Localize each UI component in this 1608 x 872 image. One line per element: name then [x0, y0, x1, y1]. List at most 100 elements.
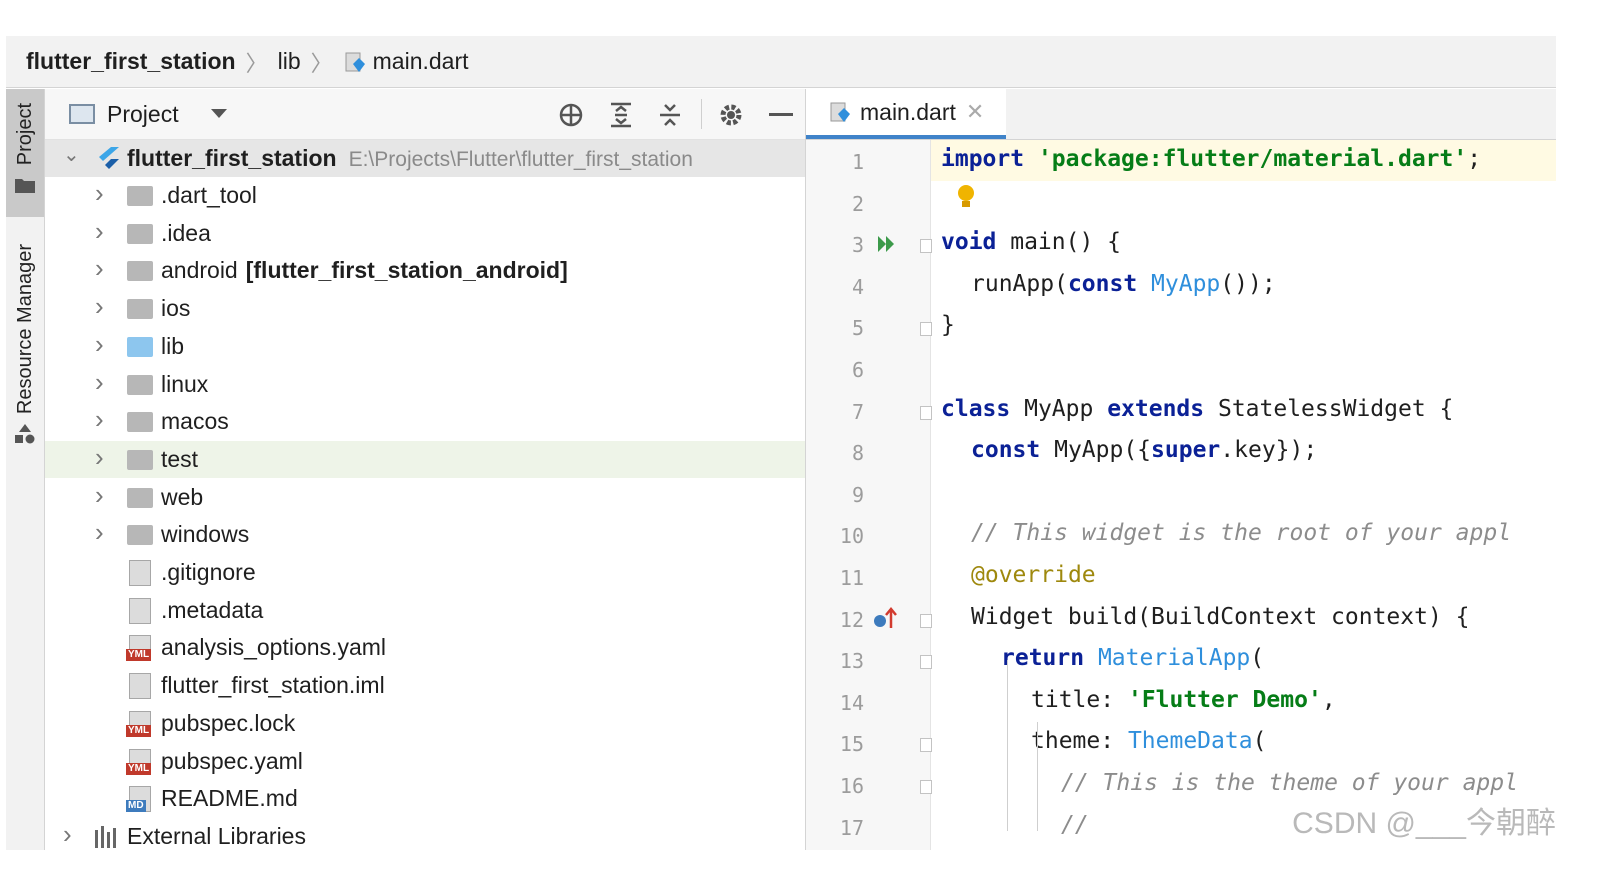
- tab-main-dart[interactable]: main.dart ✕: [806, 89, 1006, 139]
- yaml-badge-icon: YML: [126, 724, 152, 737]
- project-tool-button[interactable]: Project: [6, 89, 44, 217]
- tree-item[interactable]: YML analysis_options.yaml: [45, 629, 805, 666]
- tree-item-label: .gitignore: [161, 559, 256, 585]
- chevron-right-icon[interactable]: ›: [95, 218, 109, 244]
- code-line: void main() {: [941, 229, 1121, 255]
- tree-item-label: pubspec.yaml: [161, 747, 303, 774]
- hide-panel-icon[interactable]: [767, 101, 795, 129]
- gear-icon[interactable]: [717, 101, 745, 129]
- indent-guide: [1037, 722, 1038, 831]
- breadcrumb-folder[interactable]: lib: [278, 48, 301, 75]
- tree-item[interactable]: MD README.md: [45, 780, 805, 817]
- project-view-selector[interactable]: Project: [107, 101, 179, 128]
- expand-all-icon[interactable]: [607, 101, 635, 129]
- lightbulb-icon[interactable]: [957, 184, 975, 210]
- chevron-right-icon[interactable]: ›: [95, 255, 109, 281]
- tree-item[interactable]: .metadata: [45, 592, 805, 629]
- code-token: override: [984, 562, 1096, 588]
- code-token: StatelessWidget {: [1204, 395, 1454, 422]
- yaml-badge-icon: YML: [126, 649, 152, 662]
- folder-icon: [127, 487, 153, 508]
- close-icon[interactable]: ✕: [966, 99, 984, 125]
- code-token: }: [941, 312, 955, 339]
- file-icon: [129, 673, 151, 700]
- tree-item[interactable]: .gitignore: [45, 554, 805, 591]
- code-token: ;: [1467, 146, 1482, 172]
- tree-item-label: windows: [161, 521, 250, 548]
- code-line: title: 'Flutter Demo',: [1031, 687, 1336, 713]
- indent-guide: [1007, 660, 1008, 831]
- file-icon: MD: [126, 786, 151, 813]
- code-line: return MaterialApp(: [1001, 645, 1264, 671]
- resource-manager-tool-button[interactable]: Resource Manager: [6, 244, 44, 474]
- code-line: Widget build(BuildContext context) {: [971, 604, 1470, 630]
- folder-icon: [127, 449, 153, 470]
- tree-item-label: ios: [161, 295, 191, 322]
- chevron-right-icon[interactable]: ›: [95, 180, 109, 206]
- resource-manager-icon: [15, 424, 35, 444]
- code-line: // This is the theme of your appl: [1061, 770, 1518, 796]
- tree-root-path: E:\Projects\Flutter\flutter_first_statio…: [348, 148, 693, 171]
- tree-item[interactable]: › linux: [45, 366, 805, 403]
- tree-item[interactable]: › web: [45, 479, 805, 516]
- breadcrumb-project[interactable]: flutter_first_station: [26, 48, 236, 75]
- code-token: import: [941, 146, 1025, 172]
- line-number: 13: [839, 649, 864, 674]
- chevron-right-icon[interactable]: ›: [95, 444, 109, 470]
- tree-item[interactable]: YML pubspec.lock: [45, 705, 805, 742]
- tree-item[interactable]: › test: [45, 440, 805, 478]
- tree-item[interactable]: flutter_first_station.iml: [45, 667, 805, 704]
- code-line: // This widget is the root of your appl: [971, 520, 1511, 546]
- chevron-right-icon[interactable]: ›: [95, 369, 109, 395]
- folder-icon: [127, 374, 153, 395]
- tree-item[interactable]: › .idea: [45, 215, 805, 252]
- chevron-right-icon[interactable]: ›: [95, 293, 109, 319]
- tree-item[interactable]: YML pubspec.yaml: [45, 743, 805, 780]
- tree-external-libraries[interactable]: › External Libraries: [45, 818, 805, 850]
- line-number: 9: [851, 482, 864, 507]
- dart-file-icon: [345, 52, 365, 72]
- chevron-right-icon[interactable]: ›: [95, 406, 109, 432]
- collapse-all-icon[interactable]: [656, 101, 684, 129]
- breadcrumb-file[interactable]: main.dart: [343, 48, 469, 75]
- code-line: //: [1061, 812, 1089, 838]
- tree-item[interactable]: › windows: [45, 516, 805, 553]
- code-token: super: [1151, 437, 1221, 464]
- tree-item-label: .idea: [161, 219, 211, 246]
- tree-item[interactable]: › ios: [45, 290, 805, 327]
- code-token: const: [1067, 270, 1138, 297]
- override-icon[interactable]: [872, 606, 898, 632]
- folder-icon: [127, 525, 153, 546]
- code-token: const: [971, 437, 1041, 464]
- breadcrumb-separator: 〉: [310, 50, 333, 76]
- tree-item[interactable]: › macos: [45, 403, 805, 440]
- chevron-right-icon[interactable]: ›: [63, 821, 77, 847]
- code-token: @: [971, 562, 985, 588]
- code-token: void: [941, 229, 997, 256]
- code-token: MyApp: [1010, 395, 1108, 422]
- tree-item-label: macos: [161, 408, 229, 435]
- tree-item[interactable]: › .dart_tool: [45, 177, 805, 214]
- code-token: Widget build(BuildContext context) {: [971, 603, 1470, 630]
- tree-item[interactable]: › android [flutter_first_station_android]: [45, 252, 805, 289]
- tree-root[interactable]: ⌄ flutter_first_station E:\Projects\Flutt…: [45, 140, 805, 177]
- tree-item-label: linux: [161, 370, 209, 397]
- tool-window-strip: Project Resource Manager: [6, 89, 45, 850]
- library-icon: [95, 825, 116, 848]
- chevron-right-icon[interactable]: ›: [95, 482, 109, 508]
- code-token: (: [1250, 645, 1265, 672]
- tree-item-label: android [flutter_first_station_android]: [161, 257, 568, 284]
- code-token: return: [1001, 645, 1085, 672]
- code-token: MyApp: [1151, 270, 1221, 297]
- chevron-right-icon[interactable]: ›: [95, 331, 109, 357]
- select-opened-file-icon[interactable]: [557, 101, 585, 129]
- line-number: 14: [839, 690, 864, 715]
- file-icon: YML: [126, 748, 152, 775]
- run-icon[interactable]: [876, 233, 898, 255]
- chevron-right-icon[interactable]: ›: [95, 519, 109, 545]
- chevron-down-icon[interactable]: [211, 109, 227, 118]
- chevron-down-icon[interactable]: ⌄: [63, 145, 80, 165]
- tree-item[interactable]: › lib: [45, 328, 805, 365]
- code-area[interactable]: import 'package:flutter/material.dart'; v…: [931, 140, 1556, 850]
